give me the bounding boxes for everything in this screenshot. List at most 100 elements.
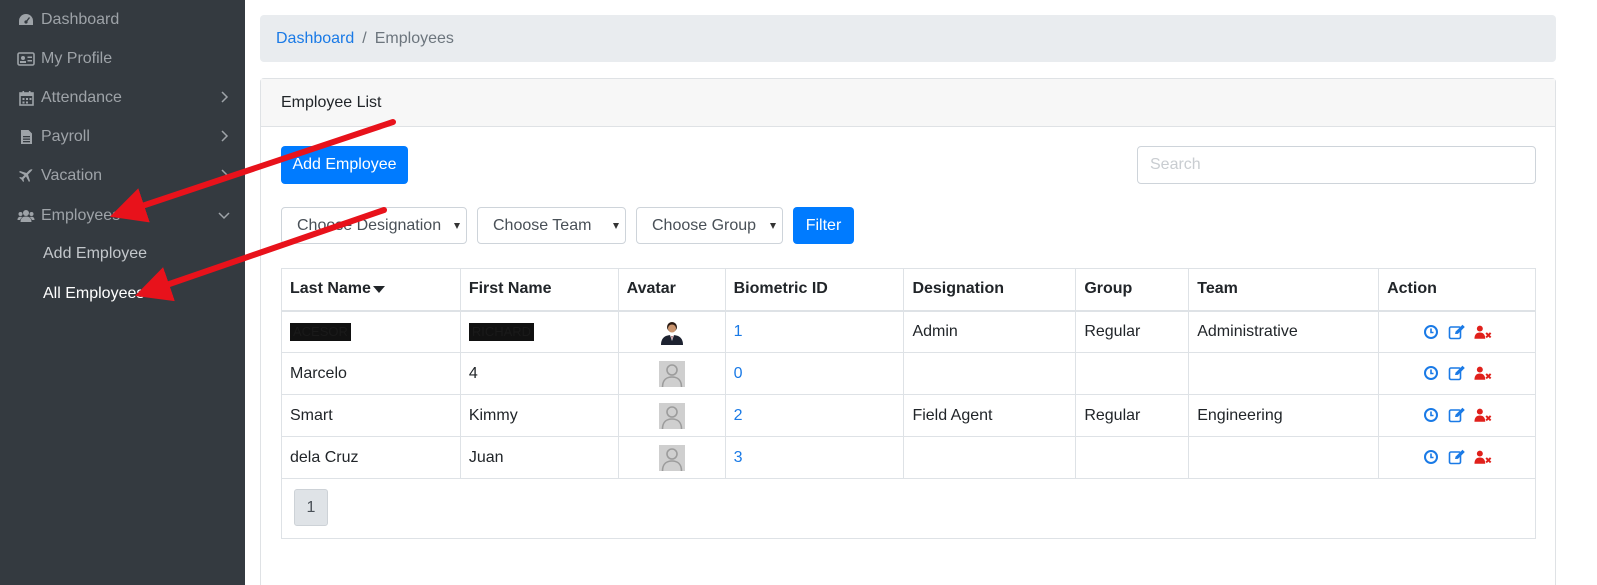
cell-biometric-id: 1 (724, 310, 905, 353)
sidebar-item-attendance[interactable]: Attendance (0, 78, 245, 117)
cell-group (1075, 436, 1190, 479)
biometric-id-link[interactable]: 0 (734, 365, 743, 382)
designation-select[interactable]: Choose Designation (281, 207, 467, 244)
last-name-text: Marcelo (290, 364, 347, 382)
cell-last-name: dela Cruz (281, 436, 461, 479)
cell-biometric-id: 3 (724, 436, 905, 479)
sidebar: Dashboard My Profile Attendance Payroll … (0, 0, 245, 585)
sidebar-subitem-all-employees[interactable]: All Employees (43, 285, 144, 303)
column-header-avatar: Avatar (617, 268, 726, 312)
cell-actions (1378, 352, 1536, 395)
profile-card-icon (17, 50, 35, 68)
cell-avatar (617, 394, 726, 437)
cell-avatar (617, 436, 726, 479)
clock-icon[interactable] (1422, 407, 1440, 423)
sidebar-item-dashboard[interactable]: Dashboard (0, 0, 245, 39)
cell-first-name: Juan (459, 436, 619, 479)
cell-team (1188, 436, 1380, 479)
table-header-row: Last Name First Name Avatar Biometric ID… (281, 268, 1536, 312)
sidebar-subitem-add-employee[interactable]: Add Employee (43, 245, 147, 263)
table-row: Smart Kimmy 2 Field Agent Regular Engineering (281, 394, 1536, 437)
breadcrumb-link-dashboard[interactable]: Dashboard (276, 30, 354, 48)
plane-icon (17, 167, 35, 185)
add-employee-button[interactable]: Add Employee (281, 146, 408, 184)
cell-actions (1378, 310, 1536, 353)
edit-icon[interactable] (1448, 449, 1466, 465)
avatar-placeholder (658, 444, 685, 471)
cell-biometric-id: 2 (724, 394, 905, 437)
cell-group: Regular (1075, 310, 1190, 353)
dashboard-icon (17, 11, 35, 29)
remove-user-icon[interactable] (1474, 365, 1492, 381)
edit-icon[interactable] (1448, 365, 1466, 381)
first-name-text: Kimmy (468, 406, 518, 424)
clock-icon[interactable] (1422, 449, 1440, 465)
chevron-right-icon (221, 169, 229, 181)
remove-user-icon[interactable] (1474, 324, 1492, 340)
sidebar-item-my-profile[interactable]: My Profile (0, 39, 245, 78)
breadcrumb-current: Employees (374, 29, 454, 47)
avatar-photo (658, 318, 685, 345)
column-header-designation[interactable]: Designation (903, 268, 1077, 312)
clock-icon[interactable] (1422, 324, 1440, 340)
cell-first-name: Kimmy (459, 394, 619, 437)
cell-last-name: Smart (281, 394, 461, 437)
team-select[interactable]: Choose Team (477, 207, 626, 244)
table-row: dela Cruz Juan 3 (281, 436, 1536, 479)
sidebar-item-label: Attendance (41, 88, 122, 106)
chevron-right-icon (221, 91, 229, 103)
cell-team: Engineering (1188, 394, 1380, 437)
clock-icon[interactable] (1422, 365, 1440, 381)
biometric-id-link[interactable]: 2 (734, 407, 743, 424)
document-icon (17, 128, 35, 146)
column-header-first-name[interactable]: First Name (459, 268, 619, 312)
cell-actions (1378, 436, 1536, 479)
breadcrumb-separator: / (362, 29, 367, 47)
search-input[interactable] (1137, 146, 1536, 184)
column-header-team[interactable]: Team (1188, 268, 1380, 312)
team-select-value: Choose Team (493, 216, 592, 234)
sort-desc-icon (372, 285, 385, 293)
caret-down-icon (770, 223, 776, 229)
employee-table: Last Name First Name Avatar Biometric ID… (281, 268, 1536, 479)
sidebar-item-label: Dashboard (41, 10, 120, 28)
cell-first-name: 4 (459, 352, 619, 395)
chevron-down-icon (218, 212, 230, 220)
cell-team (1188, 352, 1380, 395)
edit-icon[interactable] (1448, 324, 1466, 340)
filter-button[interactable]: Filter (793, 207, 854, 244)
column-header-action: Action (1378, 268, 1536, 312)
card-title: Employee List (261, 79, 1555, 127)
biometric-id-link[interactable]: 3 (734, 449, 743, 466)
column-header-last-name[interactable]: Last Name (281, 268, 461, 312)
cell-actions (1378, 394, 1536, 437)
last-name-text: Smart (290, 406, 333, 424)
first-name-text: 4 (468, 364, 478, 382)
table-row: ACESOR RICHARD 1 Admin Regular Administrative (281, 310, 1536, 353)
cell-designation: Admin (903, 310, 1077, 353)
edit-icon[interactable] (1448, 407, 1466, 423)
remove-user-icon[interactable] (1474, 407, 1492, 423)
remove-user-icon[interactable] (1474, 449, 1492, 465)
biometric-id-link[interactable]: 1 (734, 323, 743, 340)
column-header-biometric-id[interactable]: Biometric ID (724, 268, 905, 312)
column-header-label: Last Name (290, 280, 371, 298)
sidebar-item-label: Payroll (41, 127, 90, 145)
avatar-placeholder (658, 402, 685, 429)
cell-team: Administrative (1188, 310, 1380, 353)
sidebar-item-vacation[interactable]: Vacation (0, 156, 245, 195)
sidebar-item-payroll[interactable]: Payroll (0, 117, 245, 156)
sidebar-item-label: Employees (41, 206, 121, 224)
group-select[interactable]: Choose Group (636, 207, 783, 244)
avatar-placeholder (658, 360, 685, 387)
cell-biometric-id: 0 (724, 352, 905, 395)
page-button[interactable]: 1 (294, 489, 328, 526)
column-header-group[interactable]: Group (1075, 268, 1190, 312)
cell-designation (903, 352, 1077, 395)
sidebar-item-label: Vacation (41, 166, 103, 184)
sidebar-item-employees[interactable]: Employees (0, 196, 245, 235)
table-row: Marcelo 4 0 (281, 352, 1536, 395)
pagination: 1 (281, 478, 1536, 539)
caret-down-icon (613, 223, 619, 229)
last-name-text: dela Cruz (290, 448, 359, 466)
